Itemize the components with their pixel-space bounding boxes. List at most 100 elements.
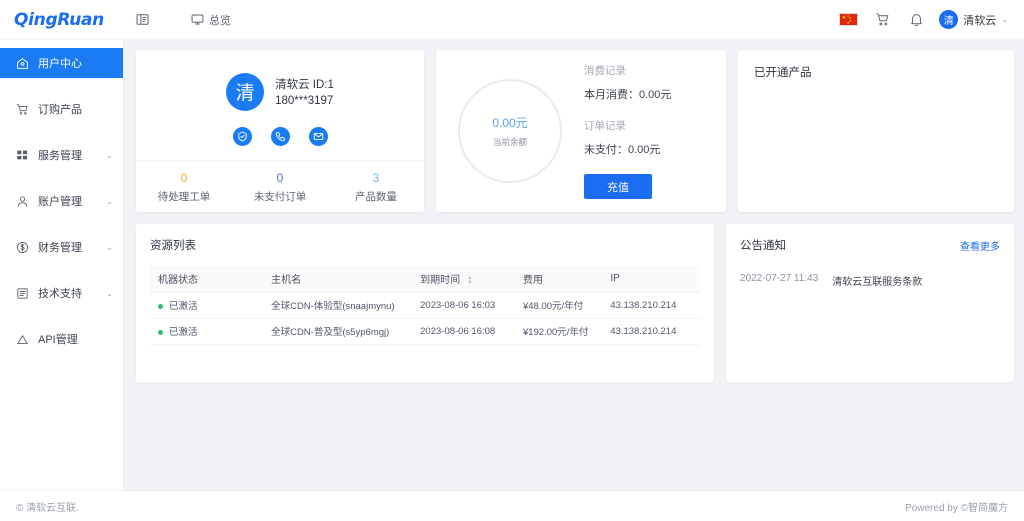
nav-overview[interactable]: 总览 bbox=[179, 0, 243, 40]
chevron-down-icon: ⌄ bbox=[106, 288, 113, 298]
user-profile-card: 清 清软云 ID:1 180***3197 0 待处理工单 0 未支付订单 3 … bbox=[136, 50, 424, 212]
user-icon bbox=[16, 195, 29, 208]
balance-gauge: 0.00元 当前余额 bbox=[458, 79, 562, 183]
consume-record-value: 本月消费：0.00元 bbox=[584, 89, 672, 101]
monitor-icon bbox=[191, 13, 204, 26]
topup-button[interactable]: 充值 bbox=[584, 174, 652, 199]
main-content: 清 清软云 ID:1 180***3197 0 待处理工单 0 未支付订单 3 … bbox=[124, 40, 1024, 490]
phone-icon[interactable] bbox=[270, 126, 290, 146]
shopping-cart-icon bbox=[875, 12, 890, 27]
cell-hostname: 全球CDN-体验型(snaajmynu) bbox=[263, 292, 413, 319]
consume-record-title: 消费记录 bbox=[584, 65, 626, 77]
resource-table: 机器状态 主机名 到期时间 ▲ ▼ 费用 IP 已激活 全球CDN-体验型(sn… bbox=[150, 266, 700, 345]
cart-button[interactable] bbox=[865, 0, 899, 40]
top-cards-row: 清 清软云 ID:1 180***3197 0 待处理工单 0 未支付订单 3 … bbox=[136, 50, 1014, 212]
menu-gap bbox=[0, 216, 123, 232]
stat-value: 0 bbox=[180, 170, 188, 185]
body-wrapper: 用户中心 订购产品 服务管理 ⌄ 账户管理 ⌄ 财务管理 ⌄ 技术支持 ⌄ AP… bbox=[0, 40, 1024, 490]
activated-products-card: 已开通产品 bbox=[738, 50, 1014, 212]
sidebar-item-finance-management[interactable]: 财务管理 ⌄ bbox=[0, 232, 123, 262]
verify-shield-icon[interactable] bbox=[232, 126, 252, 146]
footer-copyright: © 清软云互联. bbox=[16, 502, 79, 514]
sort-icon[interactable]: ▲ ▼ bbox=[467, 275, 473, 286]
menu-gap bbox=[0, 170, 123, 186]
column-header-expire[interactable]: 到期时间 ▲ ▼ bbox=[412, 266, 515, 293]
user-profile-top: 清 清软云 ID:1 180***3197 bbox=[136, 50, 424, 160]
activated-products-title: 已开通产品 bbox=[754, 67, 812, 79]
footer-powered-by: Powered by ©智简魔方 bbox=[905, 502, 1008, 514]
email-icon[interactable] bbox=[308, 126, 328, 146]
announcement-title: 公告通知 bbox=[740, 240, 786, 252]
notifications-button[interactable] bbox=[899, 0, 933, 40]
grid-icon bbox=[16, 149, 29, 162]
stat-pending-tickets[interactable]: 0 待处理工单 bbox=[136, 170, 232, 204]
sidebar-item-account-management[interactable]: 账户管理 ⌄ bbox=[0, 186, 123, 216]
document-icon bbox=[16, 287, 29, 300]
table-row[interactable]: 已激活 全球CDN-体验型(snaajmynu) 2023-08-06 16:0… bbox=[150, 292, 700, 319]
column-header-status: 机器状态 bbox=[150, 266, 264, 293]
sidebar-label: API管理 bbox=[38, 334, 78, 346]
chevron-down-icon: ⌄ bbox=[1001, 15, 1008, 24]
stat-label: 未支付订单 bbox=[253, 190, 307, 203]
sidebar-item-order-products[interactable]: 订购产品 bbox=[0, 94, 123, 124]
column-header-expire-label: 到期时间 bbox=[420, 275, 461, 287]
sidebar-item-service-management[interactable]: 服务管理 ⌄ bbox=[0, 140, 123, 170]
cell-expire: 2023-08-06 16:03 bbox=[412, 292, 515, 319]
cell-fee: ¥192.00元/年付 bbox=[514, 318, 603, 345]
brand-logo[interactable]: QingRuan bbox=[0, 10, 124, 30]
sidebar-item-technical-support[interactable]: 技术支持 ⌄ bbox=[0, 278, 123, 308]
chevron-down-icon: ⌄ bbox=[106, 196, 113, 206]
stat-value: 3 bbox=[372, 170, 380, 185]
sidebar-label: 账户管理 bbox=[38, 196, 82, 208]
stat-product-count[interactable]: 3 产品数量 bbox=[328, 170, 424, 204]
user-name-id: 清软云 ID:1 bbox=[275, 79, 334, 91]
sidebar-label: 服务管理 bbox=[38, 150, 82, 162]
stat-value: 0 bbox=[276, 170, 284, 185]
announcement-date: 2022-07-27 11:43 bbox=[740, 273, 819, 284]
cart-icon bbox=[16, 103, 29, 116]
header-left-group: QingRuan 总览 bbox=[0, 0, 831, 40]
cell-status: 已激活 bbox=[150, 318, 264, 345]
order-record-title: 订单记录 bbox=[584, 120, 626, 132]
balance-details: 消费记录 本月消费：0.00元 订单记录 未支付：0.00元 充值 bbox=[562, 63, 712, 199]
user-stats-row: 0 待处理工单 0 未支付订单 3 产品数量 bbox=[136, 160, 424, 212]
table-row[interactable]: 已激活 全球CDN-普及型(s5yp6mgj) 2023-08-06 16:08… bbox=[150, 318, 700, 345]
user-menu-label: 清软云 bbox=[963, 14, 997, 27]
sidebar-label: 技术支持 bbox=[38, 288, 82, 300]
chevron-down-icon: ⌄ bbox=[106, 242, 113, 252]
user-action-icons bbox=[232, 126, 328, 146]
home-icon bbox=[16, 57, 29, 70]
china-flag-icon: ★ ★ ★ ★ ★ bbox=[838, 13, 858, 26]
user-menu[interactable]: 清 清软云 ⌄ bbox=[933, 0, 1012, 40]
sidebar-collapse-button[interactable] bbox=[124, 0, 161, 40]
status-dot-icon bbox=[158, 329, 163, 335]
balance-amount: 0.00元 bbox=[492, 116, 528, 130]
resource-list-card: 资源列表 机器状态 主机名 到期时间 ▲ ▼ 费用 IP 已激活 全球CDN-体… bbox=[136, 224, 714, 382]
balance-amount-label: 当前余额 bbox=[492, 137, 527, 147]
nav-overview-label: 总览 bbox=[209, 14, 231, 27]
announcement-text[interactable]: 清软云互联服务条款 bbox=[832, 273, 922, 288]
sidebar-item-api-management[interactable]: API管理 bbox=[0, 324, 123, 354]
view-more-link[interactable]: 查看更多 bbox=[960, 238, 1000, 253]
column-header-ip: IP bbox=[602, 266, 700, 293]
list-item[interactable]: 2022-07-27 11:43 清软云互联服务条款 bbox=[740, 273, 1000, 288]
sidebar-item-user-center[interactable]: 用户中心 bbox=[0, 48, 123, 78]
resource-table-body: 已激活 全球CDN-体验型(snaajmynu) 2023-08-06 16:0… bbox=[150, 292, 700, 345]
sidebar-label: 用户中心 bbox=[38, 58, 82, 70]
status-text: 已激活 bbox=[169, 327, 198, 338]
resource-table-head: 机器状态 主机名 到期时间 ▲ ▼ 费用 IP bbox=[150, 266, 700, 293]
stat-label: 产品数量 bbox=[355, 190, 397, 203]
footer-inner: © 清软云互联. Powered by ©智简魔方 bbox=[16, 499, 1008, 514]
column-header-fee: 费用 bbox=[514, 266, 603, 293]
order-record-value: 未支付：0.00元 bbox=[584, 144, 661, 156]
stat-unpaid-orders[interactable]: 0 未支付订单 bbox=[232, 170, 328, 204]
language-flag-button[interactable]: ★ ★ ★ ★ ★ bbox=[831, 0, 865, 40]
chevron-down-icon: ⌄ bbox=[106, 150, 113, 160]
user-identity-row: 清 清软云 ID:1 180***3197 bbox=[226, 72, 334, 111]
cell-ip: 43.138.210.214 bbox=[602, 292, 700, 319]
cell-fee: ¥48.00元/年付 bbox=[514, 292, 603, 319]
table-header-row: 机器状态 主机名 到期时间 ▲ ▼ 费用 IP bbox=[150, 266, 700, 293]
page-footer: © 清软云互联. Powered by ©智简魔方 bbox=[0, 490, 1024, 521]
user-meta: 清软云 ID:1 180***3197 bbox=[275, 76, 334, 107]
